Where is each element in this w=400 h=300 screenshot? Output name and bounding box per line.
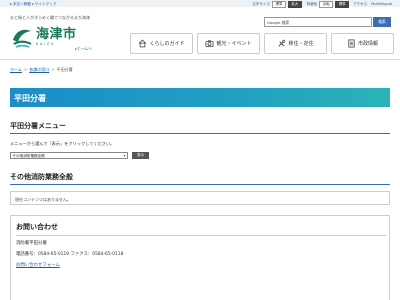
color-normal-button[interactable]: 標準 [335, 1, 349, 8]
search-input[interactable]: Google 検索 [264, 17, 372, 27]
font-size-normal-button[interactable]: 標準 [272, 1, 286, 8]
other-section-rule [10, 184, 390, 185]
menu-section-title: 平田分署メニュー [10, 122, 66, 130]
breadcrumb-home[interactable]: ホーム [10, 67, 22, 72]
global-nav: くらしのガイド 観光・イベント 移住・定住 市政情報 [130, 33, 394, 54]
tools-icon [278, 39, 286, 47]
kaizu-logo-icon [13, 29, 32, 48]
nav-item-living-guide[interactable]: くらしのガイド [130, 33, 193, 54]
skip-to-content-link[interactable]: 本文へ移動 [13, 2, 31, 6]
access-link[interactable]: アクセス [353, 2, 367, 7]
page: ▸ 本文へ移動▸サイトマップ 文字サイズ 標準 拡大 背景色 反転 標準 アクセ… [0, 0, 400, 300]
nav-item-relocation[interactable]: 移住・定住 [264, 33, 327, 54]
font-size-label: 文字サイズ [252, 1, 271, 6]
empty-content-text: 現在コンテンツはありません。 [15, 196, 71, 202]
nav-item-tourism-events[interactable]: 観光・イベント [197, 33, 260, 54]
breadcrumb-departments[interactable]: 各課の窓口 [29, 67, 49, 72]
menu-select-row: その他消防業務全般 ▾ 表示 [10, 152, 150, 159]
site-search: Google 検索 検索 [264, 17, 391, 27]
utility-bar: ▸ 本文へ移動▸サイトマップ 文字サイズ 標準 拡大 背景色 反転 標準 アクセ… [0, 0, 400, 8]
show-button[interactable]: 表示 [132, 152, 150, 159]
page-title: 平田分署 [14, 93, 46, 103]
page-title-banner: 平田分署 [10, 88, 390, 107]
utility-controls: 文字サイズ 標準 拡大 背景色 反転 標準 アクセス Multilingual [252, 1, 392, 8]
multilingual-link[interactable]: Multilingual [371, 2, 392, 6]
font-size-large-button[interactable]: 拡大 [287, 1, 302, 8]
sitemap-link[interactable]: サイトマップ [35, 2, 57, 6]
contact-title: お問い合わせ [16, 223, 58, 231]
logo-roman: KAIZU [36, 42, 56, 46]
header-divider [0, 59, 400, 60]
breadcrumb-current: 平田分署 [56, 67, 73, 72]
other-section-title: その他消防業務全般 [10, 173, 73, 181]
camera-icon [205, 40, 214, 48]
color-invert-button[interactable]: 反転 [319, 1, 334, 8]
contact-phone: 電話番号：0584-65-0119 ファクス：0584-65-0118 [16, 252, 124, 257]
chevron-down-icon: ▾ [123, 154, 126, 158]
site-tagline: 水と緑と人がきらめく輪でつながるまち海津 [10, 15, 90, 20]
contact-department: 消防署平田分署 [16, 241, 47, 246]
house-icon [139, 39, 147, 48]
home-link[interactable]: ▸ホームへ [75, 46, 92, 52]
search-button[interactable]: 検索 [373, 17, 391, 27]
empty-content-box: 現在コンテンツはありません。 [10, 191, 390, 205]
logo-title: 海津市 [36, 27, 77, 42]
nav-item-city-info[interactable]: 市政情報 [331, 33, 394, 54]
color-label: 背景色 [306, 1, 318, 6]
contact-form-link-wrap: お問い合わせフォーム [16, 262, 60, 268]
menu-section-rule [10, 133, 390, 134]
utility-links: ▸ 本文へ移動▸サイトマップ [10, 1, 57, 6]
contact-box: お問い合わせ 消防署平田分署 電話番号：0584-65-0119 ファクス：05… [10, 215, 390, 300]
contact-divider [16, 235, 386, 236]
menu-instruction: メニューから選んで「表示」をクリックしてください。 [10, 141, 115, 146]
breadcrumb: ホーム > 各課の窓口 > 平田分署 [10, 67, 73, 72]
contact-form-link[interactable]: お問い合わせフォーム [16, 263, 60, 268]
document-icon [348, 39, 355, 48]
site-logo[interactable]: 海津市 KAIZU [10, 26, 77, 48]
menu-select[interactable]: その他消防業務全般 ▾ [10, 152, 128, 159]
